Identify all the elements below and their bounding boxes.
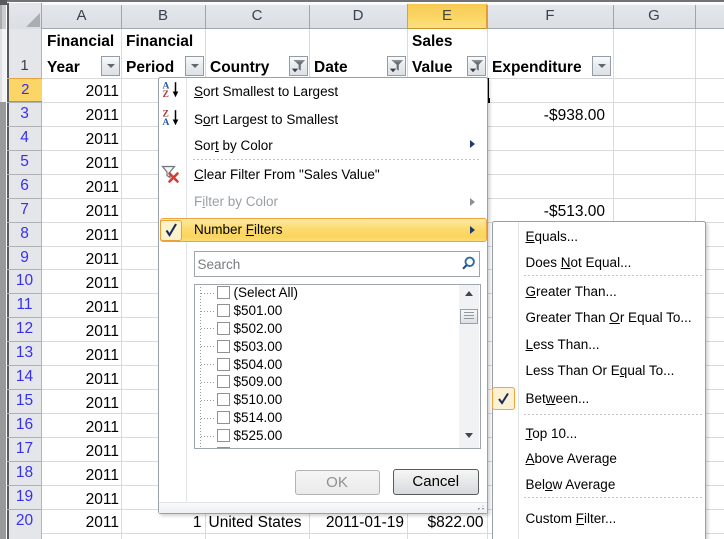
svg-text:Z: Z — [162, 90, 168, 98]
svg-text:A: A — [162, 117, 169, 125]
